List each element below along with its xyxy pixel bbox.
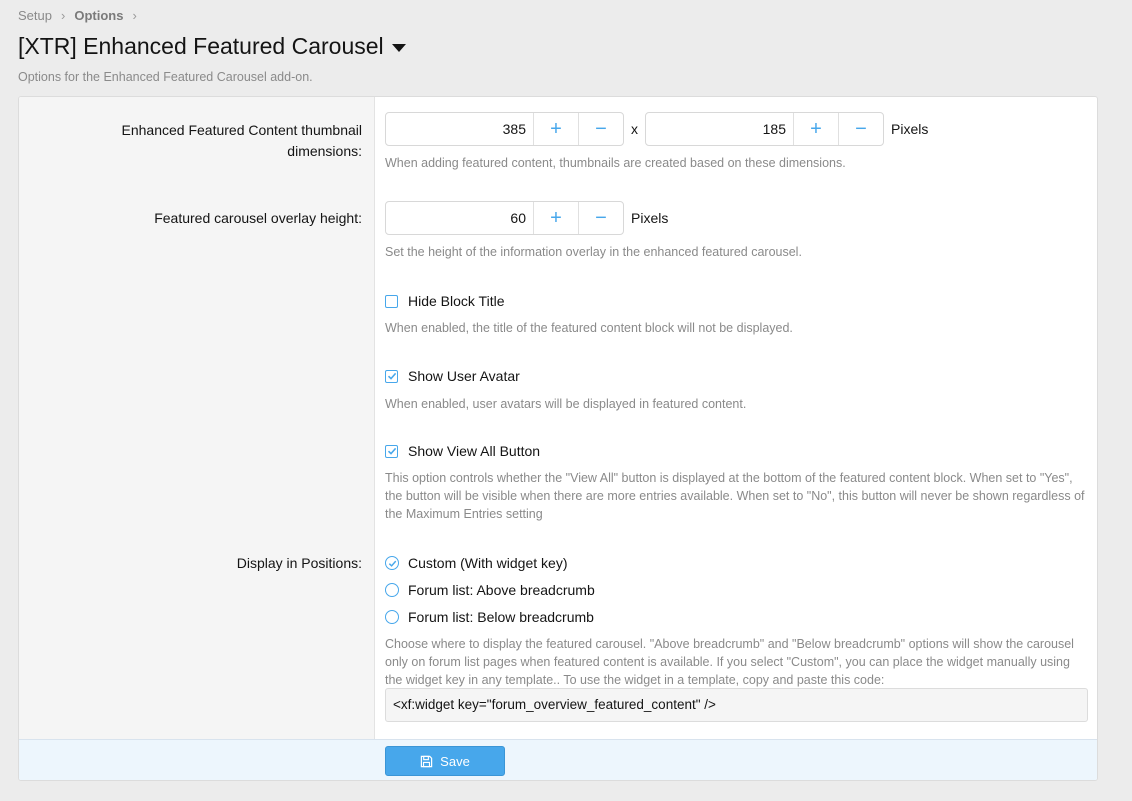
hide-block-title-option[interactable]: Hide Block Title bbox=[385, 293, 504, 309]
overlay-hint: Set the height of the information overla… bbox=[385, 245, 802, 259]
check-icon bbox=[387, 447, 396, 455]
overlay-unit-label: Pixels bbox=[631, 210, 669, 226]
hide-block-title-checkbox[interactable] bbox=[385, 294, 398, 308]
overlay-height-input[interactable]: 60 bbox=[386, 202, 533, 234]
dimension-separator: x bbox=[631, 121, 638, 137]
thumbnail-hint: When adding featured content, thumbnails… bbox=[385, 156, 846, 170]
position-option-below-breadcrumb[interactable]: Forum list: Below breadcrumb bbox=[385, 609, 594, 625]
save-button[interactable]: Save bbox=[385, 746, 505, 776]
thumbnail-width-decrement-button[interactable]: − bbox=[578, 113, 623, 145]
thumbnail-height-stepper: 185 + − bbox=[645, 112, 884, 146]
thumbnail-width-input[interactable]: 385 bbox=[386, 113, 533, 145]
position-custom-radio[interactable] bbox=[385, 556, 399, 570]
show-user-avatar-checkbox[interactable] bbox=[385, 369, 398, 383]
hide-block-title-label: Hide Block Title bbox=[408, 293, 505, 309]
position-custom-label: Custom (With widget key) bbox=[408, 555, 568, 571]
overlay-height-decrement-button[interactable]: − bbox=[578, 202, 623, 234]
show-user-avatar-hint: When enabled, user avatars will be displ… bbox=[385, 397, 747, 411]
thumbnail-dimensions-field: 385 + − x 185 + − Pixels bbox=[385, 112, 928, 146]
thumbnail-width-increment-button[interactable]: + bbox=[533, 113, 578, 145]
thumbnail-height-decrement-button[interactable]: − bbox=[838, 113, 883, 145]
show-view-all-option[interactable]: Show View All Button bbox=[385, 443, 540, 459]
check-icon bbox=[388, 560, 396, 567]
breadcrumb-separator-icon: › bbox=[60, 8, 66, 23]
position-below-breadcrumb-label: Forum list: Below breadcrumb bbox=[408, 609, 594, 625]
label-column: Enhanced Featured Content thumbnail dime… bbox=[19, 97, 375, 739]
widget-code-box[interactable]: <xf:widget key="forum_overview_featured_… bbox=[385, 688, 1088, 722]
show-user-avatar-option[interactable]: Show User Avatar bbox=[385, 368, 520, 384]
page-title-text: [XTR] Enhanced Featured Carousel bbox=[18, 33, 384, 59]
overlay-height-stepper: 60 + − bbox=[385, 201, 624, 235]
check-icon bbox=[387, 372, 396, 380]
show-view-all-label: Show View All Button bbox=[408, 443, 541, 459]
breadcrumb-separator-icon: › bbox=[132, 8, 137, 23]
thumbnail-dimensions-label: Enhanced Featured Content thumbnail dime… bbox=[121, 122, 363, 159]
page-title[interactable]: [XTR] Enhanced Featured Carousel bbox=[18, 33, 406, 60]
positions-hint: Choose where to display the featured car… bbox=[385, 637, 1074, 687]
breadcrumb-setup[interactable]: Setup bbox=[18, 8, 52, 23]
show-user-avatar-label: Show User Avatar bbox=[408, 368, 520, 384]
caret-down-icon[interactable] bbox=[391, 43, 406, 52]
position-below-breadcrumb-radio[interactable] bbox=[385, 610, 399, 624]
show-view-all-checkbox[interactable] bbox=[385, 444, 398, 458]
overlay-height-field: 60 + − Pixels bbox=[385, 201, 668, 235]
position-above-breadcrumb-radio[interactable] bbox=[385, 583, 399, 597]
overlay-height-label: Featured carousel overlay height: bbox=[154, 210, 362, 226]
position-option-custom[interactable]: Custom (With widget key) bbox=[385, 555, 567, 571]
breadcrumb-options[interactable]: Options bbox=[74, 8, 123, 23]
save-button-label: Save bbox=[440, 753, 470, 769]
position-option-above-breadcrumb[interactable]: Forum list: Above breadcrumb bbox=[385, 582, 595, 598]
form-footer: Save bbox=[19, 739, 1097, 780]
breadcrumb: Setup › Options › bbox=[18, 8, 146, 23]
thumbnail-height-increment-button[interactable]: + bbox=[793, 113, 838, 145]
thumbnail-width-stepper: 385 + − bbox=[385, 112, 624, 146]
options-block: Enhanced Featured Content thumbnail dime… bbox=[18, 96, 1098, 781]
save-icon bbox=[420, 755, 433, 767]
hide-block-title-hint: When enabled, the title of the featured … bbox=[385, 321, 793, 335]
display-positions-label: Display in Positions: bbox=[236, 555, 362, 571]
page-description: Options for the Enhanced Featured Carous… bbox=[18, 70, 313, 84]
thumbnail-height-input[interactable]: 185 bbox=[646, 113, 793, 145]
show-view-all-hint: This option controls whether the "View A… bbox=[385, 471, 1085, 521]
position-above-breadcrumb-label: Forum list: Above breadcrumb bbox=[408, 582, 595, 598]
thumbnail-unit-label: Pixels bbox=[891, 121, 929, 137]
overlay-height-increment-button[interactable]: + bbox=[533, 202, 578, 234]
